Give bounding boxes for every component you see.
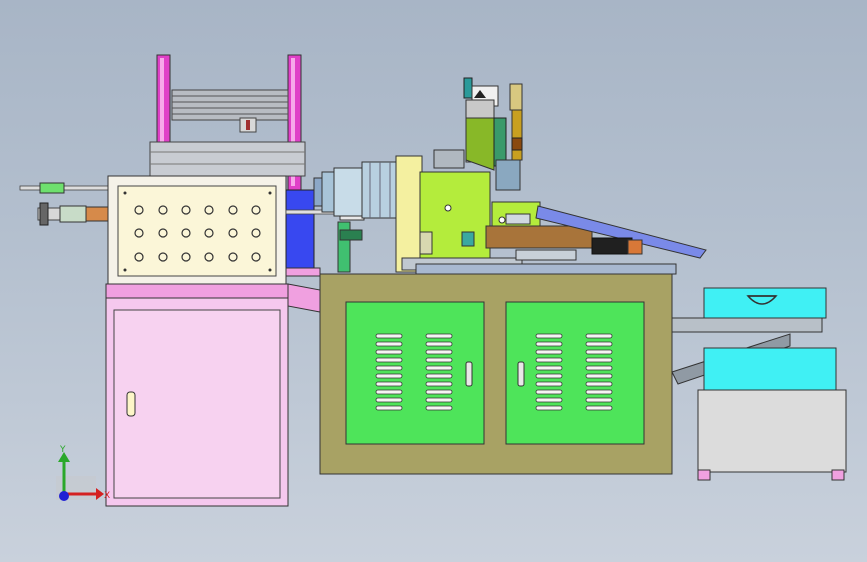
spindle <box>313 161 399 219</box>
axis-triad: Y X <box>56 445 110 501</box>
main-base <box>319 273 673 475</box>
right-door <box>505 301 645 445</box>
feeder-ramp <box>485 201 707 261</box>
cad-viewport[interactable]: Y X <box>0 0 867 562</box>
y-axis-label: Y <box>59 445 66 455</box>
pink-cabinet <box>105 283 321 507</box>
machine-drawing: Y X <box>19 54 847 507</box>
hole-plate <box>107 175 287 285</box>
upper-frame <box>149 54 306 191</box>
left-door <box>345 301 485 445</box>
blue-block <box>285 189 315 271</box>
x-axis-label: X <box>104 491 110 501</box>
left-actuator <box>19 182 111 226</box>
discharge-bins <box>671 287 847 481</box>
z-axis-dot <box>59 491 69 501</box>
